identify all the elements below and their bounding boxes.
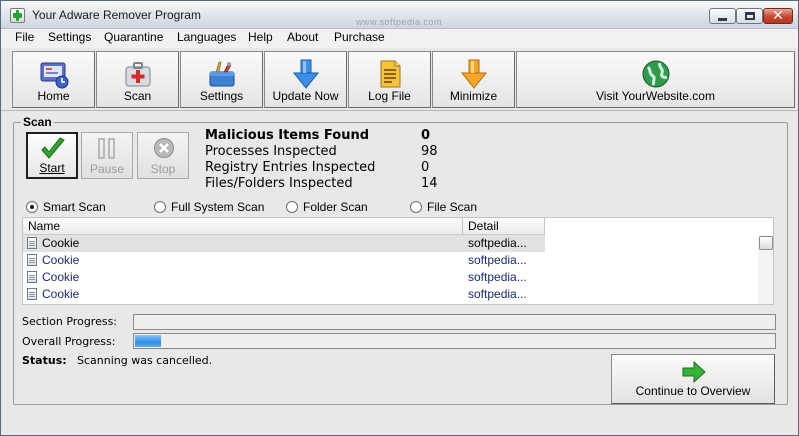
continue-to-overview-button[interactable]: Continue to Overview: [611, 354, 775, 404]
stat-value-files: 14: [421, 176, 438, 191]
section-progress-bar: [133, 314, 776, 330]
results-list[interactable]: Name Detail Cookie softpedia... Cookie s…: [22, 217, 774, 305]
log-file-label: Log File: [368, 89, 411, 103]
arrow-right-icon: [682, 361, 706, 383]
menu-bar: File Settings Quarantine Languages Help …: [1, 29, 798, 48]
item-name: Cookie: [42, 253, 80, 267]
scrollbar-thumb[interactable]: [759, 236, 773, 250]
toolbox-icon: [209, 61, 234, 87]
stat-value-malicious: 0: [421, 128, 431, 143]
pause-icon: [98, 138, 115, 159]
home-icon: [40, 62, 68, 89]
column-header-detail[interactable]: Detail: [463, 218, 545, 235]
radio-label: Smart Scan: [43, 200, 106, 214]
arrow-down-icon: [460, 59, 487, 89]
document-icon: [380, 60, 400, 88]
section-progress-label: Section Progress:: [22, 315, 118, 328]
menu-about[interactable]: About: [287, 30, 318, 44]
file-icon: [27, 288, 37, 300]
home-label: Home: [37, 89, 70, 103]
app-window: Your Adware Remover Program www.softpedi…: [0, 0, 799, 436]
menu-help[interactable]: Help: [248, 30, 273, 44]
stop-button[interactable]: Stop: [137, 132, 189, 179]
scan-section-title: Scan: [21, 115, 54, 129]
continue-label: Continue to Overview: [635, 384, 751, 398]
stat-value-processes: 98: [421, 144, 438, 159]
status-label: Status:: [22, 354, 67, 367]
menu-quarantine[interactable]: Quarantine: [104, 30, 163, 44]
minimize-icon: [718, 18, 727, 21]
settings-button[interactable]: Settings: [180, 51, 263, 108]
file-icon: [27, 254, 37, 266]
status-text: Scanning was cancelled.: [77, 354, 213, 367]
item-name: Cookie: [42, 287, 80, 301]
window-title: Your Adware Remover Program: [32, 8, 201, 22]
menu-file[interactable]: File: [15, 30, 34, 44]
start-button[interactable]: Start: [26, 132, 78, 179]
item-detail: softpedia...: [468, 270, 527, 284]
radio-label: File Scan: [427, 200, 478, 214]
item-name: Cookie: [42, 236, 80, 250]
home-button[interactable]: Home: [12, 51, 95, 108]
item-detail: softpedia...: [468, 236, 527, 250]
toolbar: Home Scan Settings Update Now Log File M…: [1, 48, 798, 111]
radio-label: Full System Scan: [171, 200, 265, 214]
list-item[interactable]: Cookie softpedia...: [23, 286, 758, 303]
overall-progress-bar: [133, 333, 776, 349]
checkmark-icon: [41, 137, 65, 159]
visit-website-label: Visit YourWebsite.com: [596, 89, 715, 103]
overall-progress-label: Overall Progress:: [22, 335, 116, 348]
menu-purchase[interactable]: Purchase: [334, 30, 385, 44]
close-icon: ✕: [772, 8, 784, 24]
download-arrow-icon: [292, 59, 319, 89]
maximize-window-button[interactable]: [736, 8, 763, 24]
item-name: Cookie: [42, 270, 80, 284]
update-now-label: Update Now: [272, 89, 339, 103]
list-item[interactable]: Cookie softpedia...: [23, 269, 758, 286]
visit-website-button[interactable]: Visit YourWebsite.com: [516, 51, 795, 108]
menu-settings[interactable]: Settings: [48, 30, 91, 44]
minimize-button[interactable]: Minimize: [432, 51, 515, 108]
log-file-button[interactable]: Log File: [348, 51, 431, 108]
medical-kit-icon: [125, 62, 150, 87]
stat-label-processes: Processes Inspected: [205, 144, 337, 159]
stop-icon: [154, 138, 174, 158]
column-header-name[interactable]: Name: [23, 218, 463, 235]
overall-progress-fill: [135, 335, 161, 347]
stat-label-malicious: Malicious Items Found: [205, 128, 370, 143]
watermark-text: www.softpedia.com: [356, 17, 443, 27]
radio-label: Folder Scan: [303, 200, 368, 214]
list-item[interactable]: Cookie softpedia...: [23, 235, 758, 252]
radio-indicator: [26, 201, 38, 213]
list-item[interactable]: Cookie softpedia...: [23, 252, 758, 269]
radio-indicator: [410, 201, 422, 213]
minimize-window-button[interactable]: [709, 8, 736, 24]
file-icon: [27, 237, 37, 249]
scan-button[interactable]: Scan: [96, 51, 179, 108]
pause-label: Pause: [89, 162, 125, 176]
stat-label-registry: Registry Entries Inspected: [205, 160, 376, 175]
close-window-button[interactable]: ✕: [763, 8, 793, 24]
minimize-label: Minimize: [449, 89, 498, 103]
update-now-button[interactable]: Update Now: [264, 51, 347, 108]
globe-icon: [642, 60, 669, 88]
stat-value-registry: 0: [421, 160, 430, 175]
pause-button[interactable]: Pause: [81, 132, 133, 179]
file-icon: [27, 271, 37, 283]
item-detail: softpedia...: [468, 253, 527, 267]
stop-label: Stop: [150, 162, 176, 176]
menu-languages[interactable]: Languages: [177, 30, 236, 44]
radio-indicator: [154, 201, 166, 213]
list-scrollbar[interactable]: [758, 235, 773, 304]
list-header: Name Detail: [23, 218, 545, 235]
title-bar[interactable]: Your Adware Remover Program www.softpedi…: [1, 1, 798, 29]
stat-label-files: Files/Folders Inspected: [205, 176, 353, 191]
start-label: Start: [39, 161, 65, 175]
app-icon: [10, 8, 25, 23]
item-detail: softpedia...: [468, 287, 527, 301]
settings-label: Settings: [199, 89, 244, 103]
radio-indicator: [286, 201, 298, 213]
scan-label: Scan: [123, 89, 152, 103]
maximize-icon: [745, 12, 755, 20]
